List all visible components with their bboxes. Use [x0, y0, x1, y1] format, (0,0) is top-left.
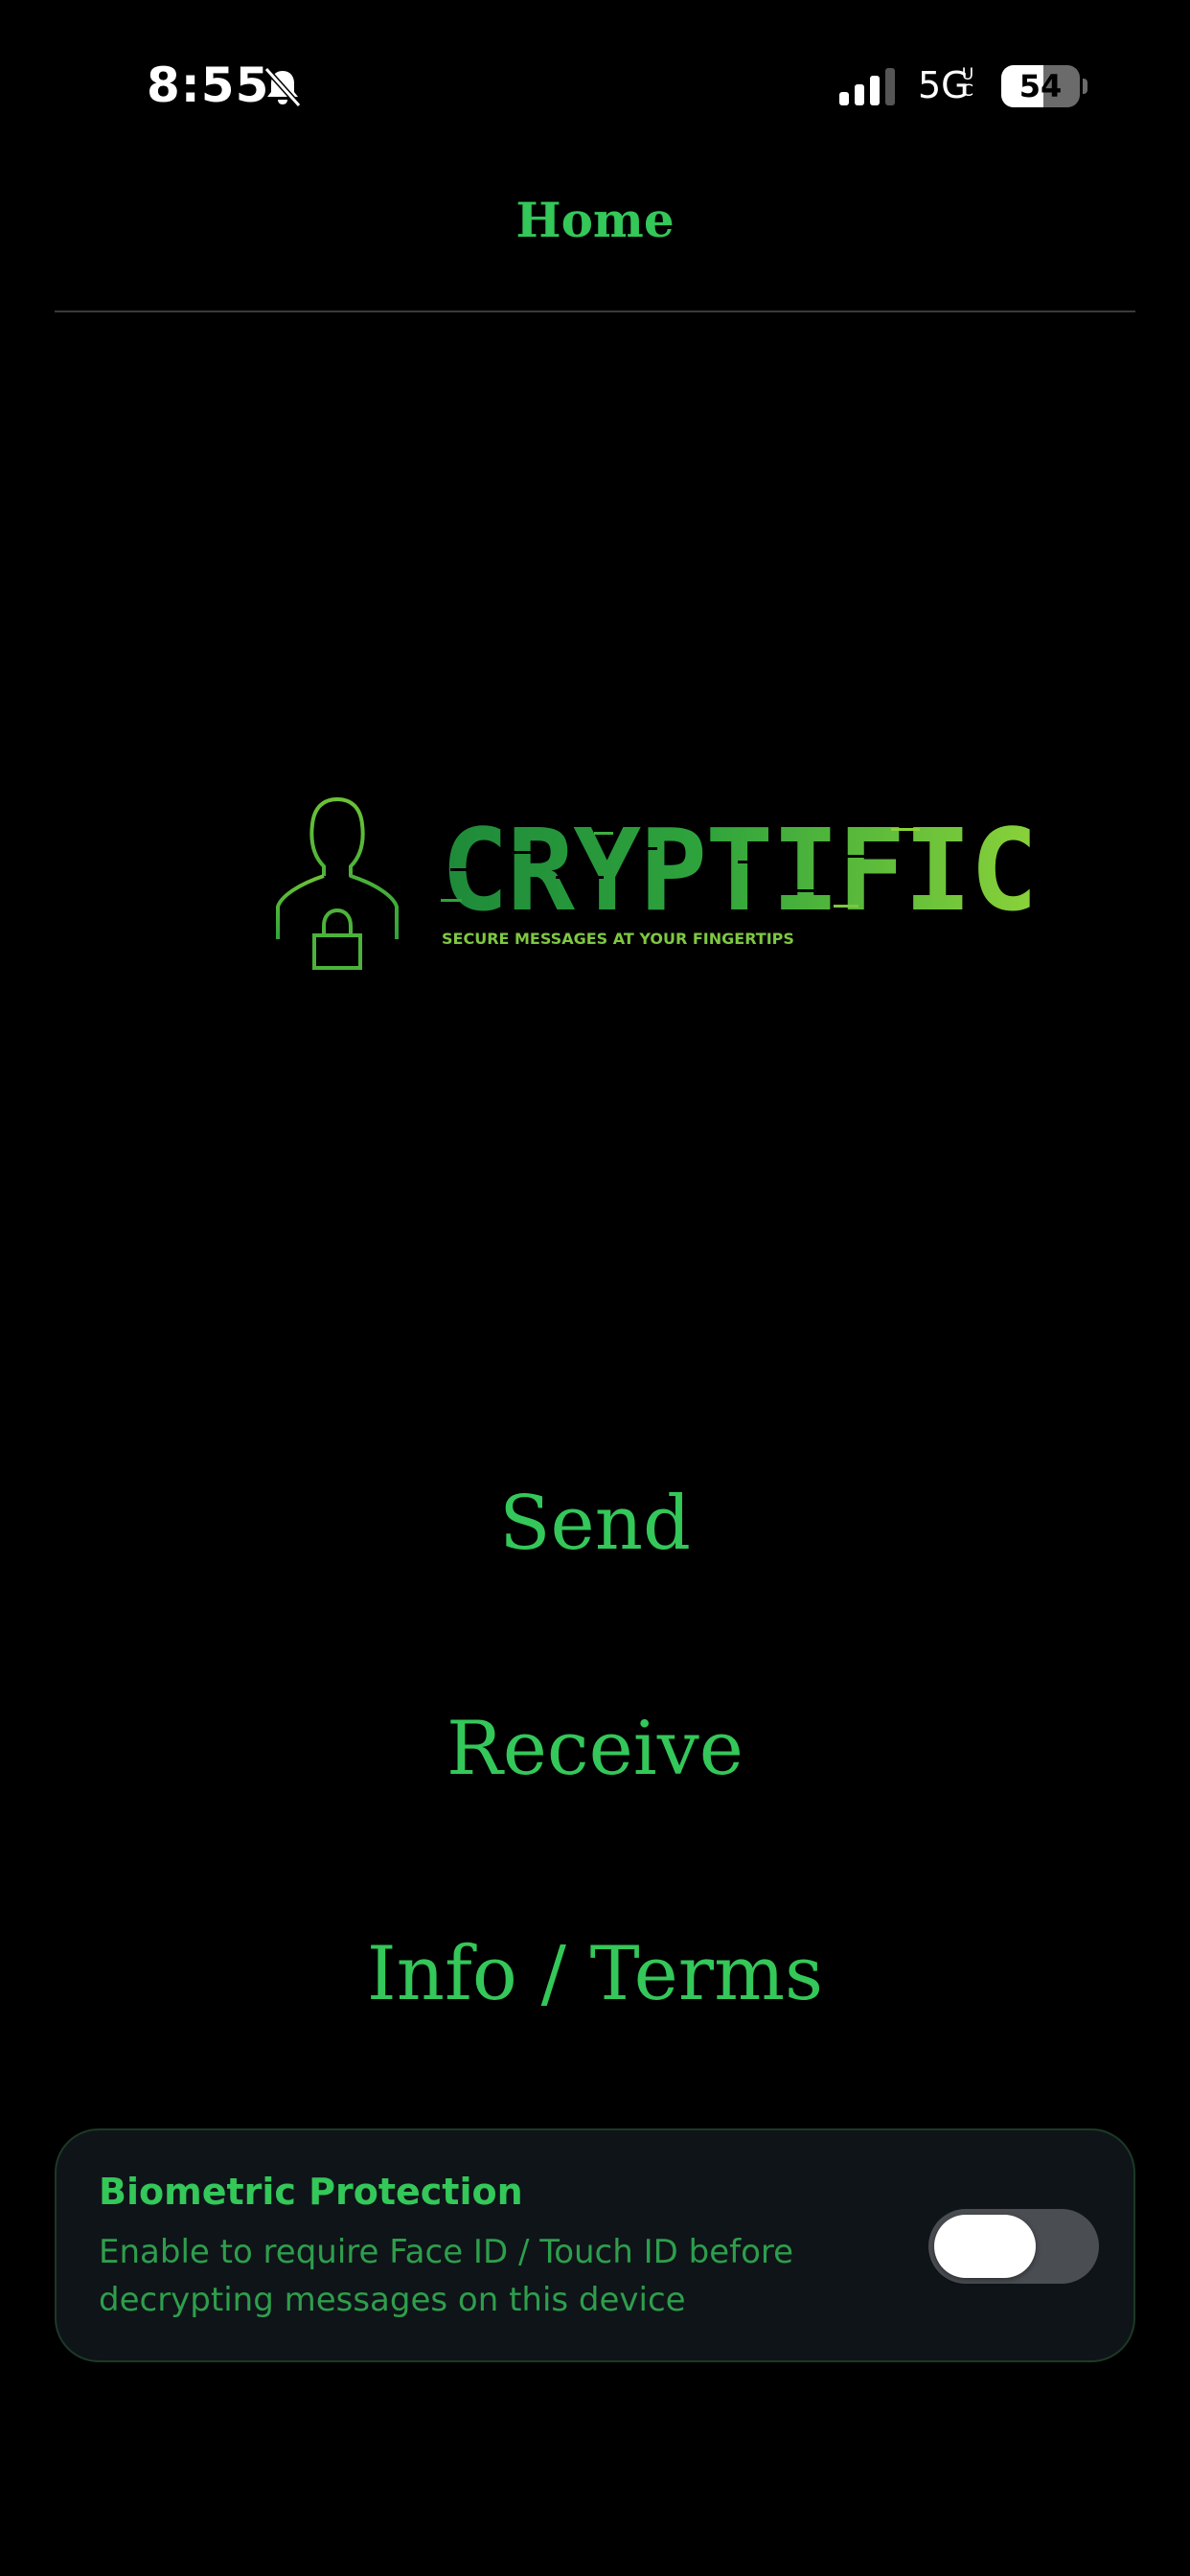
nav-divider: [55, 310, 1135, 312]
network-sup: UC: [961, 65, 974, 101]
biometric-description: Enable to require Face ID / Touch ID bef…: [99, 2233, 794, 2319]
logo-tagline: SECURE MESSAGES AT YOUR FINGERTIPS: [442, 930, 794, 948]
page-title: Home: [515, 192, 675, 248]
toggle-knob[interactable]: [934, 2215, 1036, 2278]
app-logo: CRYPTIFIC SECURE MESSAGES AT YOUR FINGER…: [268, 795, 1038, 987]
status-bar: 8:55 5G UC 54: [0, 0, 1190, 172]
receive-button[interactable]: Receive: [0, 1701, 1190, 1797]
cellular-signal-icon: [839, 68, 895, 105]
status-time: 8:55: [147, 58, 270, 113]
bell-slash-icon: [263, 66, 302, 108]
battery-icon: 54: [1001, 65, 1087, 107]
logo-wordmark: CRYPTIFIC: [441, 804, 1038, 936]
biometric-card: Biometric Protection Enable to require F…: [55, 2128, 1135, 2362]
biometric-title: Biometric Protection: [99, 2171, 523, 2213]
battery-level: 54: [1018, 68, 1063, 104]
send-button[interactable]: Send: [0, 1476, 1190, 1572]
info-terms-button[interactable]: Info / Terms: [0, 1926, 1190, 2022]
biometric-toggle[interactable]: [928, 2209, 1099, 2284]
person-lock-icon: [276, 797, 399, 970]
